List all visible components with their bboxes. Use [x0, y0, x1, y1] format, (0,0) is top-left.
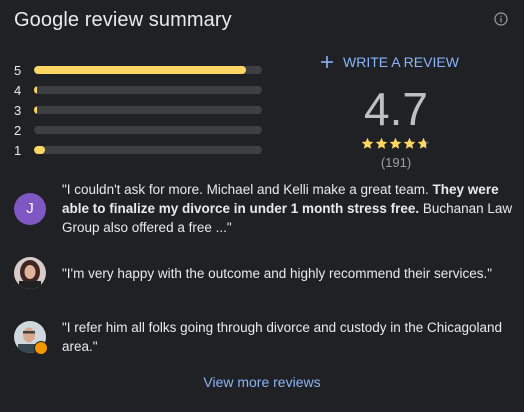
rating-row-2: 2	[14, 120, 264, 140]
write-review-label: WRITE A REVIEW	[343, 54, 459, 70]
review-item[interactable]: J "I couldn't ask for more. Michael and …	[14, 180, 514, 237]
star-icon	[361, 137, 374, 149]
average-rating: 4.7	[364, 83, 428, 135]
person-photo-icon	[14, 257, 46, 289]
rating-bar-fill	[34, 106, 37, 114]
review-text: "I'm very happy with the outcome and hig…	[62, 265, 493, 281]
star-rating	[361, 137, 430, 150]
rating-row-4: 4	[14, 80, 264, 100]
star-icon	[389, 137, 402, 149]
person-photo-icon	[14, 321, 48, 355]
rating-label: 3	[14, 102, 22, 118]
rating-label: 4	[14, 82, 22, 98]
review-item[interactable]: "I refer him all folks going through div…	[14, 318, 514, 356]
rating-bar-fill	[34, 66, 247, 74]
rating-distribution: 5 4 3 2 1	[14, 60, 264, 160]
rating-bar-track	[34, 86, 262, 94]
avatar-letter: J	[26, 200, 34, 217]
star-icon	[417, 137, 430, 149]
rating-label: 5	[14, 62, 22, 78]
view-more-reviews-link[interactable]: View more reviews	[0, 374, 524, 390]
write-review-button[interactable]: WRITE A REVIEW	[320, 54, 459, 70]
card-title: Google review summary	[14, 9, 232, 31]
rating-bar-track	[34, 146, 262, 154]
review-count: (191)	[380, 155, 412, 170]
review-text: "I refer him all folks going through div…	[62, 320, 503, 354]
star-icon	[403, 137, 416, 149]
review-item[interactable]: "I'm very happy with the outcome and hig…	[14, 257, 514, 289]
rating-bar-fill	[34, 86, 37, 94]
plus-icon	[321, 56, 333, 68]
review-text: "I couldn't ask for more. Michael and Ke…	[62, 180, 514, 237]
star-icon	[375, 137, 388, 149]
review-text-part: "I couldn't ask for more. Michael and Ke…	[62, 182, 433, 197]
rating-bar-fill	[34, 146, 46, 154]
local-guide-badge	[34, 341, 48, 355]
rating-label: 1	[14, 142, 22, 158]
info-icon[interactable]	[494, 12, 508, 26]
rating-row-3: 3	[14, 100, 264, 120]
rating-row-1: 1	[14, 140, 264, 160]
rating-bar-track	[34, 106, 262, 114]
rating-bar-track	[34, 126, 262, 134]
avatar: J	[14, 192, 46, 225]
rating-row-5: 5	[14, 60, 264, 80]
rating-bar-track	[34, 66, 262, 74]
rating-label: 2	[14, 122, 22, 138]
